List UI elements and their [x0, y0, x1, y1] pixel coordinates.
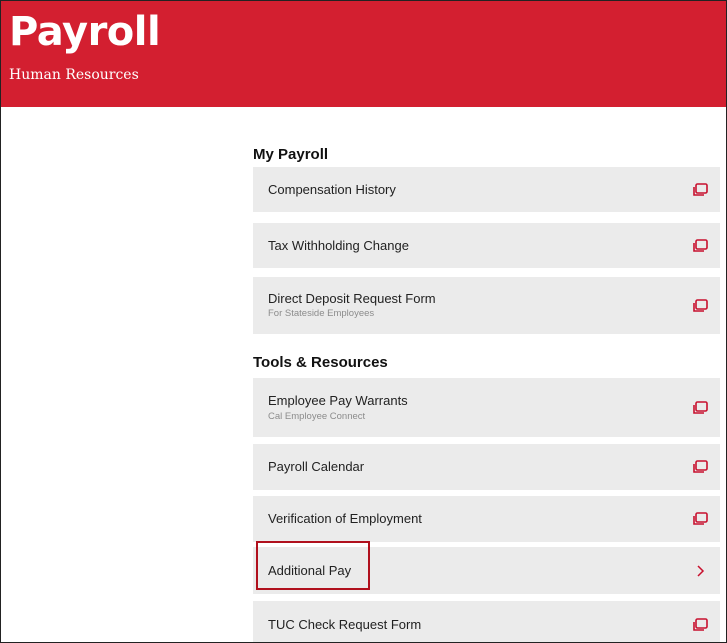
link-employee-pay-warrants[interactable]: Employee Pay Warrants Cal Employee Conne…	[253, 378, 720, 437]
external-link-icon	[693, 618, 708, 631]
link-label: Verification of Employment	[268, 511, 422, 526]
link-sublabel: For Stateside Employees	[268, 308, 375, 319]
external-link-icon	[693, 299, 708, 312]
page-header: Payroll Human Resources	[1, 1, 726, 107]
link-label: Tax Withholding Change	[268, 238, 409, 253]
link-label: TUC Check Request Form	[268, 617, 422, 632]
page: Payroll Human Resources My Payroll Compe…	[0, 0, 727, 643]
link-compensation-history[interactable]: Compensation History	[253, 167, 720, 212]
external-link-icon	[693, 512, 708, 525]
page-subtitle: Human Resources	[9, 67, 139, 83]
page-title: Payroll	[9, 9, 161, 55]
external-link-icon	[693, 239, 708, 252]
link-label: Compensation History	[268, 182, 396, 197]
link-label: Employee Pay Warrants	[268, 393, 408, 408]
link-tuc-check-request-form[interactable]: TUC Check Request Form	[253, 601, 720, 642]
link-label: Direct Deposit Request Form	[268, 291, 436, 306]
section-heading-tools-resources: Tools & Resources	[253, 354, 388, 371]
link-sublabel: Cal Employee Connect	[268, 411, 366, 422]
external-link-icon	[693, 183, 708, 196]
section-heading-my-payroll: My Payroll	[253, 146, 329, 163]
link-additional-pay[interactable]: Additional Pay	[253, 547, 720, 594]
link-direct-deposit-request-form[interactable]: Direct Deposit Request Form For Statesid…	[253, 277, 720, 334]
link-label: Additional Pay	[268, 563, 352, 578]
link-label: Payroll Calendar	[268, 459, 365, 474]
chevron-right-icon	[697, 565, 705, 577]
link-verification-of-employment[interactable]: Verification of Employment	[253, 496, 720, 542]
external-link-icon	[693, 401, 708, 414]
link-payroll-calendar[interactable]: Payroll Calendar	[253, 444, 720, 490]
external-link-icon	[693, 460, 708, 473]
link-tax-withholding-change[interactable]: Tax Withholding Change	[253, 223, 720, 268]
